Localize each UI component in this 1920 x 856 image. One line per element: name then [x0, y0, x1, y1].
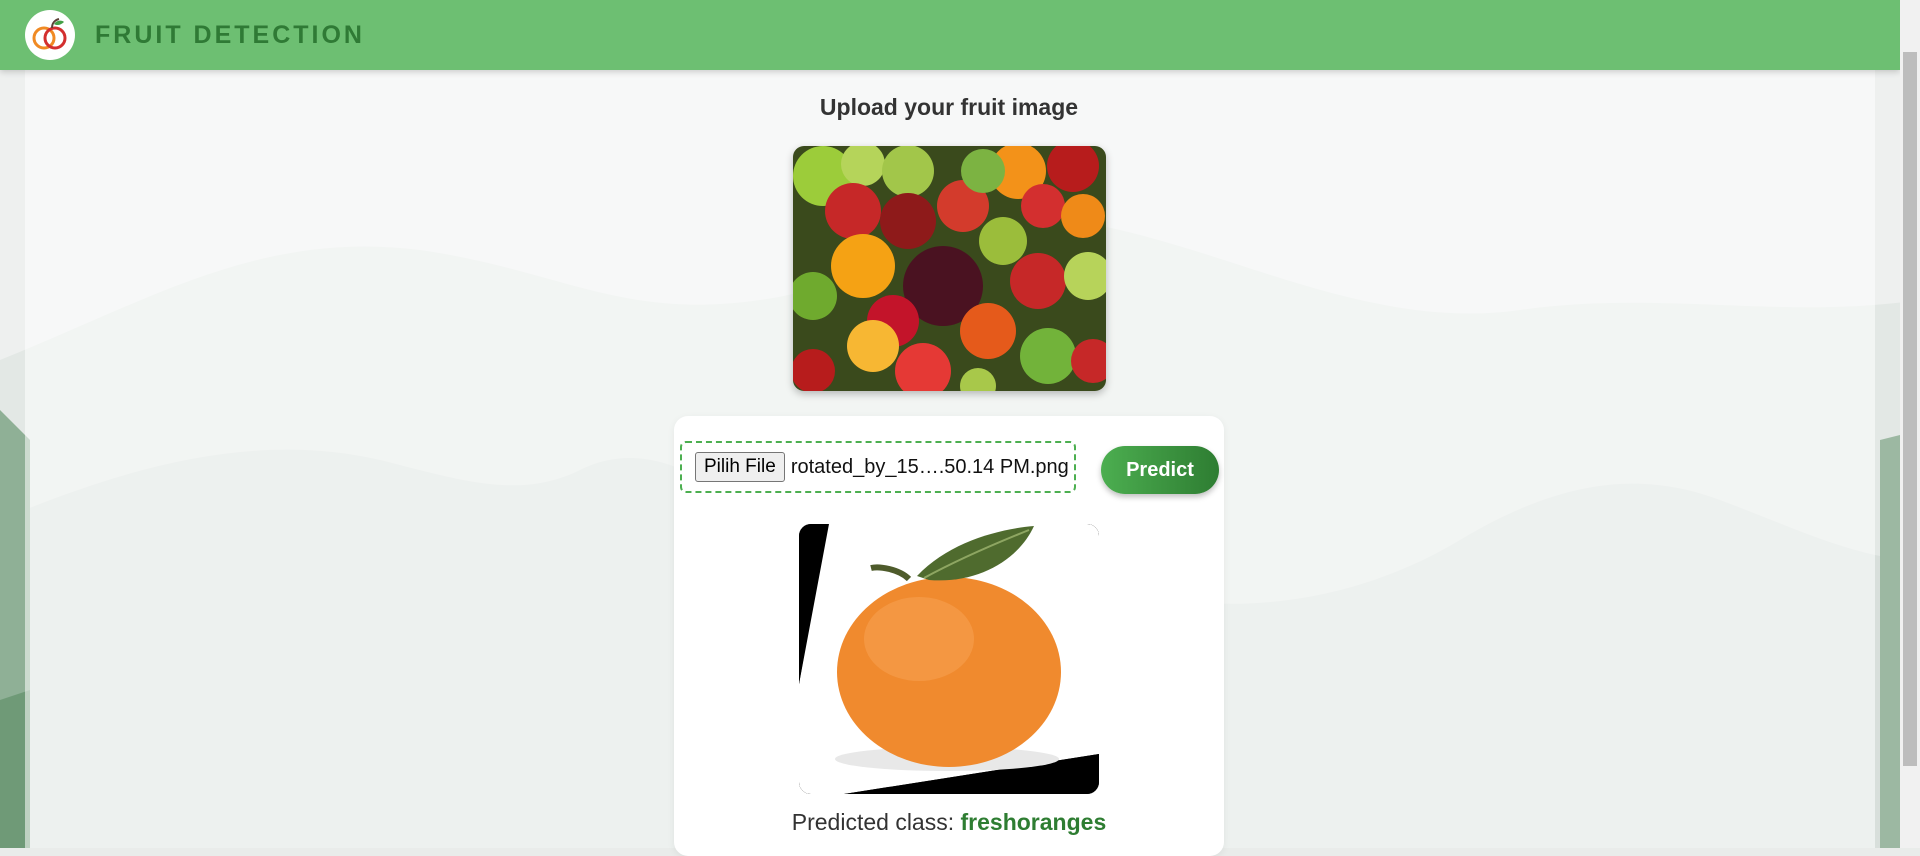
predicted-class-value: freshoranges — [960, 809, 1107, 835]
app-title: FRUIT DETECTION — [95, 20, 365, 49]
prediction-result: Predicted class: freshoranges — [674, 809, 1224, 836]
app-header: FRUIT DETECTION — [0, 0, 1900, 70]
scrollbar-thumb[interactable] — [1903, 52, 1917, 766]
fruit-mix-image — [793, 146, 1106, 391]
file-upload-box: Pilih File rotated_by_15….50.14 PM.png — [680, 441, 1076, 493]
choose-file-button[interactable]: Pilih File — [695, 452, 785, 482]
fruit-logo-icon — [25, 10, 75, 60]
predict-button[interactable]: Predict — [1101, 446, 1219, 494]
prediction-card: Pilih File rotated_by_15….50.14 PM.png P… — [674, 416, 1224, 856]
selected-file-name: rotated_by_15….50.14 PM.png — [790, 455, 1069, 478]
predicted-class-label: Predicted class: — [791, 809, 955, 835]
upload-title: Upload your fruit image — [819, 94, 1079, 120]
orange-image — [799, 524, 1099, 794]
vertical-scrollbar[interactable] — [1900, 0, 1920, 848]
